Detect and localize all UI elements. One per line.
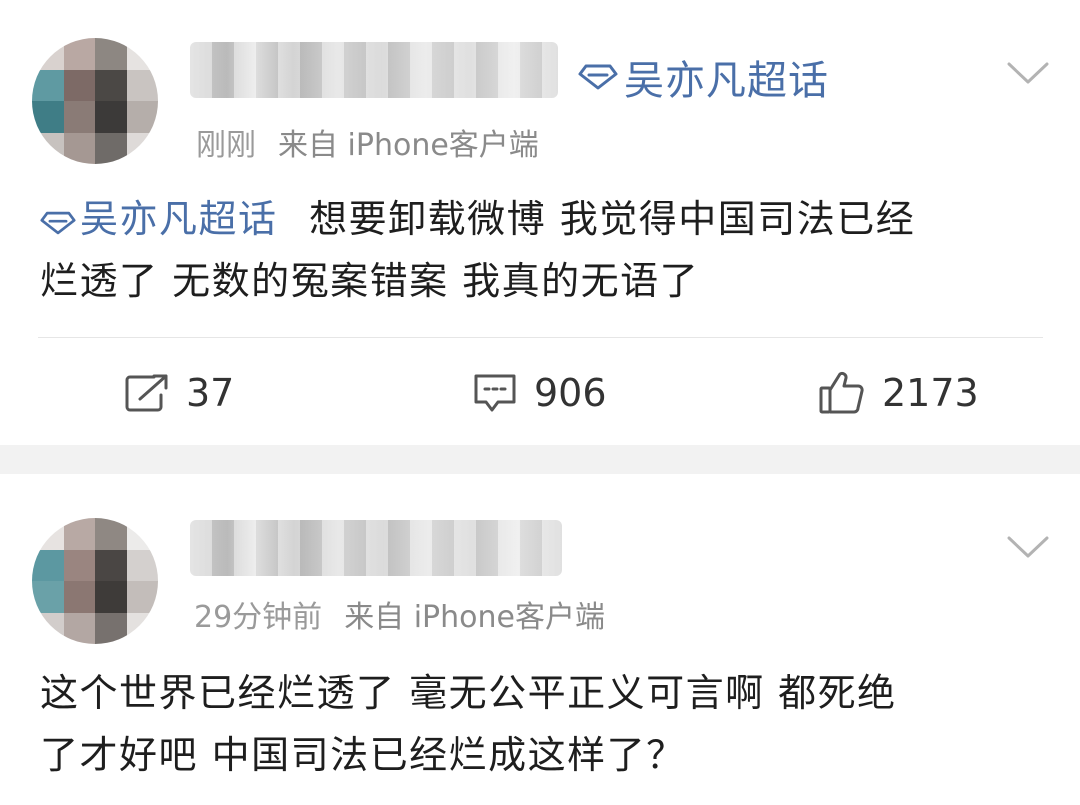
post-source: 来自 iPhone客户端 [344, 600, 605, 635]
post-text-2: 烂透了 无数的冤案错案 我真的无语了 [40, 259, 700, 303]
weibo-post-2: 29分钟前 来自 iPhone客户端 这个世界已经烂透了 毫无公平正义可言啊 都… [0, 474, 1080, 805]
repost-count: 37 [186, 371, 235, 415]
share-icon [125, 374, 168, 412]
thumbs-up-icon [819, 371, 864, 414]
inline-supertopic-label: 吴亦凡超话 [80, 197, 278, 241]
username-blurred[interactable] [190, 520, 562, 576]
post-content-line-1: 吴亦凡超话 想要卸载微博 我觉得中国司法已经 [40, 188, 1045, 250]
post-time: 刚刚 [196, 128, 256, 163]
username-blurred[interactable] [190, 42, 558, 98]
post-content: 这个世界已经烂透了 毫无公平正义可言啊 都死绝 了才好吧 中国司法已经烂成这样了… [40, 662, 1045, 786]
supertopic-label: 吴亦凡超话 [624, 58, 829, 104]
like-button[interactable]: 2173 [818, 364, 979, 422]
post-source: 来自 iPhone客户端 [278, 128, 539, 163]
divider [38, 337, 1043, 338]
comment-icon [474, 374, 516, 412]
post-meta: 29分钟前 来自 iPhone客户端 [194, 592, 605, 636]
post-time: 29分钟前 [194, 600, 323, 635]
diamond-icon [578, 64, 618, 90]
avatar[interactable] [32, 38, 158, 164]
post-separator [0, 445, 1080, 474]
comment-count: 906 [534, 371, 607, 415]
post-meta: 刚刚 来自 iPhone客户端 [196, 120, 539, 164]
supertopic-link[interactable]: 吴亦凡超话 [578, 48, 829, 106]
diamond-icon [40, 211, 76, 235]
post-content: 吴亦凡超话 想要卸载微博 我觉得中国司法已经 烂透了 无数的冤案错案 我真的无语… [40, 188, 1045, 312]
post-text-1: 这个世界已经烂透了 毫无公平正义可言啊 都死绝 [40, 671, 897, 715]
weibo-post-1: 吴亦凡超话 刚刚 来自 iPhone客户端 吴亦凡超话 想要卸载微博 我觉得中国… [0, 0, 1080, 445]
post-text-2: 了才好吧 中国司法已经烂成这样了？ [40, 733, 686, 777]
repost-button[interactable]: 37 [124, 364, 234, 422]
avatar[interactable] [32, 518, 158, 644]
post-text-1: 想要卸载微博 我觉得中国司法已经 [309, 197, 916, 241]
like-count: 2173 [882, 371, 979, 415]
chevron-down-icon[interactable] [1006, 534, 1050, 560]
comment-button[interactable]: 906 [472, 364, 607, 422]
chevron-down-icon[interactable] [1006, 60, 1050, 86]
inline-supertopic-link[interactable]: 吴亦凡超话 [40, 197, 291, 241]
